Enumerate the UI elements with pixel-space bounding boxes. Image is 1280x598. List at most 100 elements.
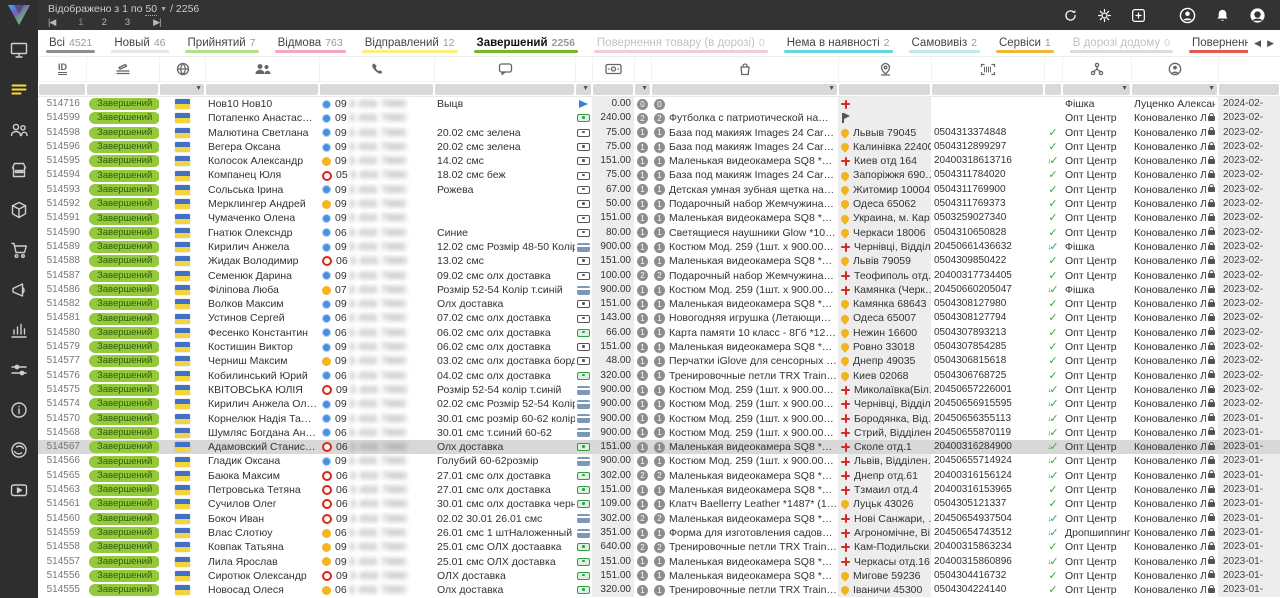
order-row[interactable]: 514566ЗавершенийГладик Оксана093 456 789…: [38, 454, 1280, 468]
tab-нема-в-наявності[interactable]: Нема в наявності2: [776, 30, 901, 56]
sidebar-item-orders-icon[interactable]: [0, 70, 38, 110]
last-page-button[interactable]: ▶|: [153, 17, 160, 28]
filter-product[interactable]: ▼: [652, 84, 837, 95]
check-column-header[interactable]: [1044, 57, 1062, 81]
filter-flag[interactable]: ▼: [160, 84, 204, 95]
filter-date[interactable]: [1219, 84, 1279, 95]
filter-city[interactable]: [839, 84, 930, 95]
sidebar-item-info-icon[interactable]: [0, 390, 38, 430]
filter-status[interactable]: [87, 84, 158, 95]
tab-всі[interactable]: Всі4521: [38, 30, 103, 56]
id-column-icon[interactable]: ID: [38, 57, 86, 81]
sidebar-item-purchases-icon[interactable]: [0, 230, 38, 270]
sidebar-item-settings-icon[interactable]: [0, 350, 38, 390]
settings-gear-icon[interactable]: [1097, 8, 1112, 23]
order-row[interactable]: 514556ЗавершенийСиротюк Олександр093 456…: [38, 569, 1280, 583]
sidebar-item-campaigns-icon[interactable]: [0, 270, 38, 310]
order-row[interactable]: 514598ЗавершенийМалютина Светлана093 456…: [38, 126, 1280, 140]
filter-qty[interactable]: ▼: [635, 84, 650, 95]
tab-завершений[interactable]: Завершений2256: [466, 30, 586, 56]
first-page-button[interactable]: |◀: [48, 17, 55, 28]
order-row[interactable]: 514558ЗавершенийКовпак Татьяна093 456 78…: [38, 540, 1280, 554]
ttn-column-icon[interactable]: [931, 57, 1044, 81]
order-row[interactable]: 514577ЗавершенийЧерниш Максим093 456 789…: [38, 354, 1280, 368]
filter-pay[interactable]: ▼: [576, 84, 591, 95]
sidebar-item-video-icon[interactable]: [0, 470, 38, 510]
tabs-scroll-right-icon[interactable]: ▶: [1267, 38, 1274, 49]
page-size-select[interactable]: 50: [145, 3, 157, 16]
filter-comment[interactable]: [435, 84, 574, 95]
sidebar-item-marketplace-icon[interactable]: [0, 150, 38, 190]
sidebar-item-dashboard-icon[interactable]: [0, 30, 38, 70]
order-row[interactable]: 514589ЗавершенийКирилич Анжела093 456 78…: [38, 240, 1280, 254]
tab-прийнятий[interactable]: Прийнятий7: [177, 30, 267, 56]
profile-avatar-icon[interactable]: [1179, 7, 1196, 24]
order-row[interactable]: 514580ЗавершенийФесенко Константин063 45…: [38, 326, 1280, 340]
order-row[interactable]: 514599ЗавершенийПотапенко Анастас…093 45…: [38, 111, 1280, 125]
order-row[interactable]: 514560ЗавершенийБокоч Иван093 456 789002…: [38, 512, 1280, 526]
order-row[interactable]: 514579ЗавершенийКостишин Виктор093 456 7…: [38, 340, 1280, 354]
order-row[interactable]: 514574ЗавершенийКирилич Анжела Ол…093 45…: [38, 397, 1280, 411]
status-column-icon[interactable]: [86, 57, 159, 81]
filter-manager[interactable]: ▼: [1132, 84, 1217, 95]
source-column-icon[interactable]: [1062, 57, 1131, 81]
order-row[interactable]: 514581ЗавершенийУстинов Сергей063 456 78…: [38, 311, 1280, 325]
support-headset-icon[interactable]: [1249, 7, 1266, 24]
order-row[interactable]: 514594ЗавершенийКомпанец Юля053 456 7890…: [38, 168, 1280, 182]
comment-column-icon[interactable]: [434, 57, 575, 81]
order-row[interactable]: 514591ЗавершенийЧумаченко Олена093 456 7…: [38, 211, 1280, 225]
filter-phone[interactable]: [320, 84, 433, 95]
app-logo[interactable]: [0, 0, 38, 30]
product-column-icon[interactable]: [651, 57, 838, 81]
sidebar-item-products-icon[interactable]: [0, 190, 38, 230]
order-row[interactable]: 514582ЗавершенийВолков Максим093 456 789…: [38, 297, 1280, 311]
order-row[interactable]: 514595ЗавершенийКолосок Александр093 456…: [38, 154, 1280, 168]
order-row[interactable]: 514563ЗавершенийПетровська Тетяна063 456…: [38, 483, 1280, 497]
notifications-bell-icon[interactable]: [1215, 8, 1230, 23]
page-number-3[interactable]: 3: [125, 17, 130, 28]
order-row[interactable]: 514716ЗавершенийНов10 Нов10093 456 7890В…: [38, 97, 1280, 111]
order-row[interactable]: 514557ЗавершенийЛила Ярослав093 456 7890…: [38, 555, 1280, 569]
order-row[interactable]: 514575ЗавершенийКВІТОВСЬКА ЮЛІЯ093 456 7…: [38, 383, 1280, 397]
order-row[interactable]: 514593ЗавершенийСольська Ірина093 456 78…: [38, 183, 1280, 197]
tab-в-дорозі-додому[interactable]: В дорозі додому0: [1062, 30, 1181, 56]
page-number-2[interactable]: 2: [102, 17, 107, 28]
tab-сервіси[interactable]: Сервіси1: [988, 30, 1062, 56]
order-row[interactable]: 514596ЗавершенийВегера Оксана093 456 789…: [38, 140, 1280, 154]
qty-column-header[interactable]: [634, 57, 651, 81]
sidebar-item-clients-icon[interactable]: [0, 110, 38, 150]
filter-id[interactable]: [39, 84, 85, 95]
filter-source[interactable]: ▼: [1063, 84, 1130, 95]
date-column-header[interactable]: [1218, 57, 1280, 81]
country-column-icon[interactable]: [159, 57, 205, 81]
money-column-icon[interactable]: [592, 57, 634, 81]
tab-самовивіз[interactable]: Самовивіз2: [901, 30, 988, 56]
order-row[interactable]: 514559ЗавершенийВлас Слотюу063 456 78902…: [38, 526, 1280, 540]
tabs-scroll-left-icon[interactable]: ◀: [1254, 38, 1261, 49]
filter-amount[interactable]: [593, 84, 633, 95]
filter-ttn[interactable]: [932, 84, 1043, 95]
tab-новый[interactable]: Новый46: [103, 30, 176, 56]
tab-повернення-товару-в-дорозі-[interactable]: Повернення товару (в дорозі)0: [586, 30, 776, 56]
order-row[interactable]: 514587ЗавершенийСеменюк Дарина093 456 78…: [38, 269, 1280, 283]
order-row[interactable]: 514568ЗавершенийШумляс Богдана Ан…063 45…: [38, 426, 1280, 440]
order-row[interactable]: 514555ЗавершенийНовосад Олеся063 456 789…: [38, 583, 1280, 597]
client-column-icon[interactable]: [205, 57, 319, 81]
manager-column-icon[interactable]: [1131, 57, 1218, 81]
order-row[interactable]: 514588ЗавершенийЖидак Володимир063 456 7…: [38, 254, 1280, 268]
tab-відправлений[interactable]: Відправлений12: [354, 30, 466, 56]
tab-відмова[interactable]: Відмова763: [267, 30, 354, 56]
filter-name[interactable]: [206, 84, 318, 95]
order-row[interactable]: 514576ЗавершенийКобилинський Юрий063 456…: [38, 369, 1280, 383]
phone-column-icon[interactable]: [319, 57, 434, 81]
sidebar-item-statistics-icon[interactable]: [0, 310, 38, 350]
order-row[interactable]: 514570ЗавершенийКорнелюк Надія Та…093 45…: [38, 412, 1280, 426]
order-row[interactable]: 514567ЗавершенийАдамовский Станис…063 45…: [38, 440, 1280, 454]
order-row[interactable]: 514590ЗавершенийГнатюк Олексндр063 456 7…: [38, 226, 1280, 240]
add-order-icon[interactable]: [1131, 8, 1146, 23]
refresh-icon[interactable]: [1063, 8, 1078, 23]
pay-column-header[interactable]: [575, 57, 592, 81]
page-number-1[interactable]: 1: [78, 17, 83, 28]
sidebar-item-partners-icon[interactable]: [0, 430, 38, 470]
order-row[interactable]: 514586ЗавершенийФіліпова Люба073 456 789…: [38, 283, 1280, 297]
